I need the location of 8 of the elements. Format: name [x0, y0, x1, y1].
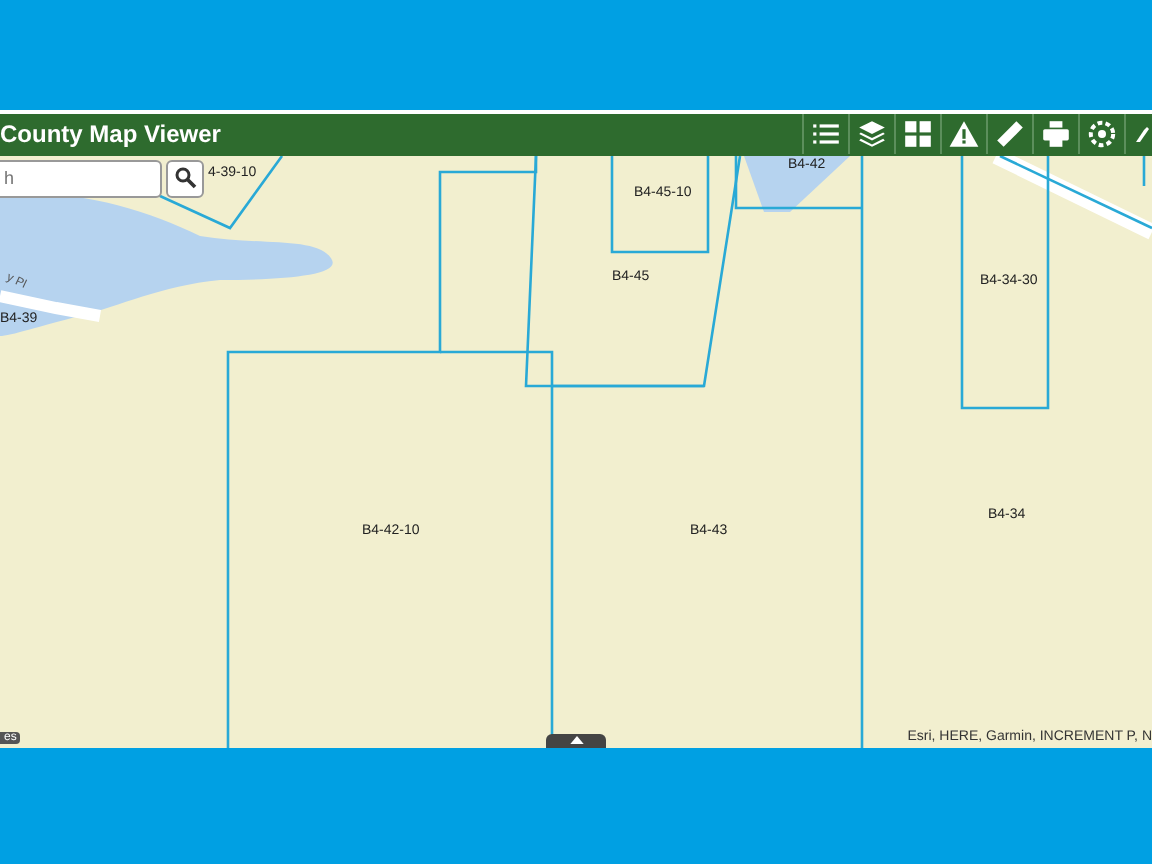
search-button[interactable]: [166, 159, 204, 197]
road: [0, 289, 102, 321]
app-title: County Map Viewer: [0, 120, 221, 148]
search-field[interactable]: h: [0, 159, 162, 197]
search-icon: [173, 166, 197, 190]
caret-icon: [569, 736, 583, 744]
panel-toggle-button[interactable]: [546, 733, 606, 747]
tool-icon[interactable]: [1124, 113, 1152, 153]
